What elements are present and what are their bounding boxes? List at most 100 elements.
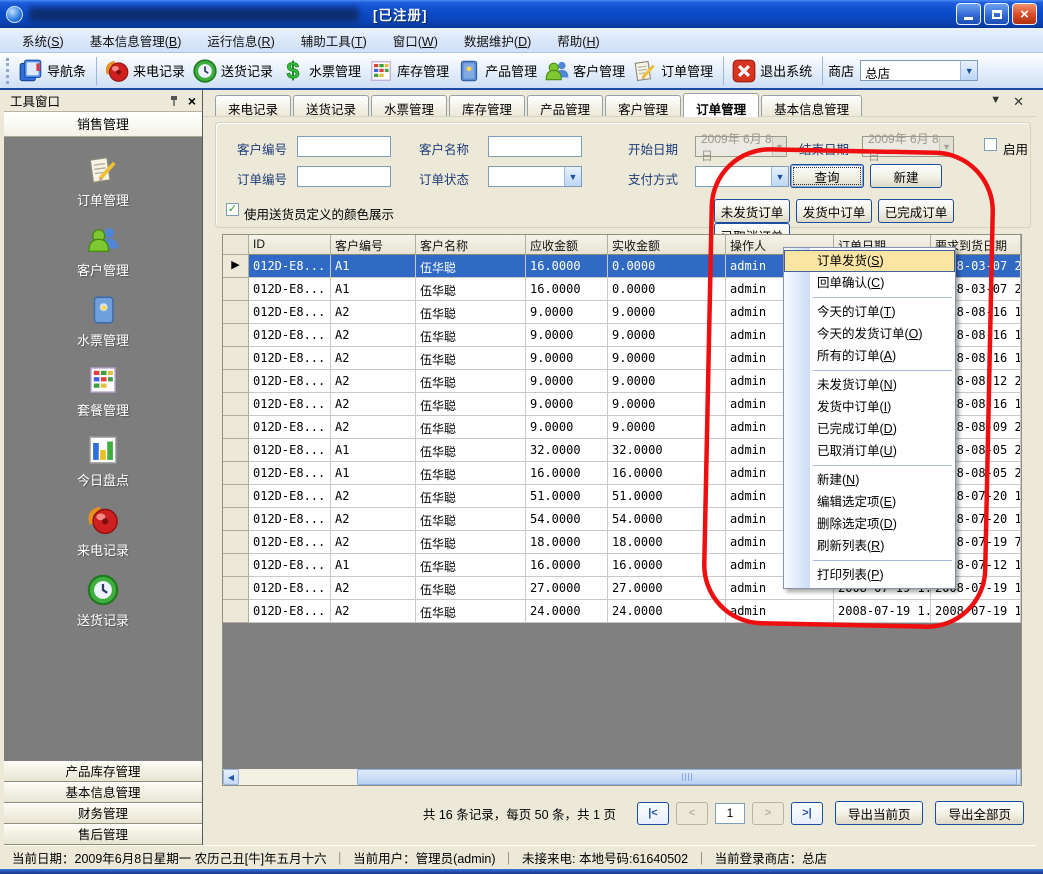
- table-cell[interactable]: A2: [331, 324, 416, 347]
- table-cell[interactable]: 51.0000: [608, 485, 726, 508]
- table-cell[interactable]: 伍华聪: [416, 439, 526, 462]
- table-cell[interactable]: 伍华聪: [416, 577, 526, 600]
- sidebar-item-chart[interactable]: 今日盘点: [4, 433, 202, 489]
- table-cell[interactable]: 伍华聪: [416, 600, 526, 623]
- table-cell[interactable]: 伍华聪: [416, 255, 526, 278]
- context-menu-item[interactable]: 未发货订单(N): [784, 374, 955, 396]
- grid-column-header[interactable]: 客户编号: [331, 235, 416, 255]
- toolbar-button-cal[interactable]: 库存管理: [366, 56, 454, 86]
- table-cell[interactable]: 伍华聪: [416, 301, 526, 324]
- start-date-picker[interactable]: 2009年 6月 8日 ▼: [695, 136, 787, 157]
- table-cell[interactable]: A1: [331, 554, 416, 577]
- menubar-item[interactable]: 系统(S): [10, 28, 76, 53]
- table-cell[interactable]: 2008-07-19 1...: [834, 600, 931, 623]
- table-cell[interactable]: 16.0000: [526, 462, 608, 485]
- table-cell[interactable]: A1: [331, 439, 416, 462]
- table-cell[interactable]: 18.0000: [526, 531, 608, 554]
- row-selector-cell[interactable]: [223, 508, 249, 531]
- context-menu-item[interactable]: 订单发货(S): [784, 250, 955, 272]
- context-menu-item[interactable]: 删除选定项(D): [784, 513, 955, 535]
- table-cell[interactable]: 9.0000: [526, 393, 608, 416]
- table-cell[interactable]: 9.0000: [526, 370, 608, 393]
- context-menu-item[interactable]: 所有的订单(A): [784, 345, 955, 367]
- export-all-pages-button[interactable]: 导出全部页: [935, 801, 1024, 825]
- context-menu-item[interactable]: 今天的发货订单(O): [784, 323, 955, 345]
- query-button[interactable]: 查询: [790, 164, 864, 188]
- toolbar-button-exit[interactable]: 退出系统: [729, 56, 817, 86]
- table-cell[interactable]: 伍华聪: [416, 508, 526, 531]
- customer-name-input[interactable]: [488, 136, 582, 157]
- color-display-checkbox[interactable]: ✓: [226, 203, 239, 216]
- table-cell[interactable]: 16.0000: [608, 554, 726, 577]
- toolbar-button-dollar[interactable]: 水票管理: [278, 56, 366, 86]
- tab-3[interactable]: 水票管理: [371, 95, 447, 116]
- menubar-item[interactable]: 辅助工具(T): [289, 28, 379, 53]
- context-menu-item[interactable]: 回单确认(C): [784, 272, 955, 294]
- tab-7[interactable]: 订单管理: [683, 93, 759, 117]
- table-cell[interactable]: A2: [331, 301, 416, 324]
- scrollbar-track[interactable]: [239, 769, 1005, 785]
- table-cell[interactable]: 012D-E8...: [249, 255, 331, 278]
- toolbar-button-bell[interactable]: 来电记录: [102, 56, 190, 86]
- menubar-item[interactable]: 窗口(W): [381, 28, 450, 53]
- table-cell[interactable]: 012D-E8...: [249, 600, 331, 623]
- sidebar-item-clock[interactable]: 送货记录: [4, 573, 202, 629]
- table-cell[interactable]: 伍华聪: [416, 278, 526, 301]
- table-cell[interactable]: 9.0000: [526, 347, 608, 370]
- table-cell[interactable]: 54.0000: [608, 508, 726, 531]
- menubar-item[interactable]: 数据维护(D): [452, 28, 543, 53]
- store-select[interactable]: 总店▼: [860, 60, 978, 81]
- sidebar-item-cal[interactable]: 套餐管理: [4, 363, 202, 419]
- table-cell[interactable]: 012D-E8...: [249, 393, 331, 416]
- row-selector-cell[interactable]: [223, 439, 249, 462]
- tab-4[interactable]: 库存管理: [449, 95, 525, 116]
- sidebar-close-icon[interactable]: ×: [188, 93, 196, 109]
- menubar-item[interactable]: 运行信息(R): [195, 28, 286, 53]
- table-cell[interactable]: 27.0000: [608, 577, 726, 600]
- sidebar-item-card[interactable]: 水票管理: [4, 293, 202, 349]
- minimize-button[interactable]: [956, 3, 981, 25]
- table-cell[interactable]: 012D-E8...: [249, 554, 331, 577]
- row-selector-cell[interactable]: ▶: [223, 255, 249, 278]
- table-cell[interactable]: 9.0000: [608, 370, 726, 393]
- context-menu-item[interactable]: 新建(N): [784, 469, 955, 491]
- toolbar-button-book[interactable]: 导航条: [16, 56, 91, 86]
- table-cell[interactable]: 16.0000: [526, 255, 608, 278]
- table-cell[interactable]: 伍华聪: [416, 370, 526, 393]
- table-cell[interactable]: 18.0000: [608, 531, 726, 554]
- sidebar-item-people[interactable]: 客户管理: [4, 223, 202, 279]
- table-cell[interactable]: 9.0000: [526, 324, 608, 347]
- sidebar-group-bar[interactable]: 产品库存管理: [4, 761, 202, 782]
- order-status-filter-button[interactable]: 已完成订单: [878, 199, 954, 223]
- table-cell[interactable]: 9.0000: [608, 347, 726, 370]
- next-page-button[interactable]: >: [752, 802, 784, 825]
- table-cell[interactable]: 伍华聪: [416, 485, 526, 508]
- context-menu-item[interactable]: 打印列表(P): [784, 564, 955, 586]
- sidebar-item-scroll[interactable]: 订单管理: [4, 153, 202, 209]
- table-cell[interactable]: 012D-E8...: [249, 324, 331, 347]
- table-cell[interactable]: 012D-E8...: [249, 462, 331, 485]
- table-cell[interactable]: 012D-E8...: [249, 485, 331, 508]
- tab-close-icon[interactable]: ✕: [1013, 94, 1024, 110]
- context-menu-item[interactable]: 已取消订单(U): [784, 440, 955, 462]
- table-row[interactable]: 012D-E8...A2伍华聪24.000024.0000admin2008-0…: [223, 600, 1021, 623]
- row-selector-cell[interactable]: [223, 600, 249, 623]
- toolbar-grip[interactable]: [6, 58, 11, 84]
- tab-2[interactable]: 送货记录: [293, 95, 369, 116]
- table-cell[interactable]: 伍华聪: [416, 393, 526, 416]
- pin-icon[interactable]: [168, 95, 180, 107]
- table-cell[interactable]: 27.0000: [526, 577, 608, 600]
- row-selector-cell[interactable]: [223, 393, 249, 416]
- table-cell[interactable]: 2008-07-19 1...: [931, 600, 1021, 623]
- table-cell[interactable]: 伍华聪: [416, 462, 526, 485]
- table-cell[interactable]: A2: [331, 531, 416, 554]
- table-cell[interactable]: 伍华聪: [416, 554, 526, 577]
- table-cell[interactable]: 012D-E8...: [249, 531, 331, 554]
- table-cell[interactable]: 24.0000: [608, 600, 726, 623]
- row-selector-cell[interactable]: [223, 485, 249, 508]
- table-cell[interactable]: 9.0000: [608, 324, 726, 347]
- context-menu-item[interactable]: 发货中订单(I): [784, 396, 955, 418]
- row-selector-cell[interactable]: [223, 462, 249, 485]
- row-selector-cell[interactable]: [223, 324, 249, 347]
- toolbar-button-scroll[interactable]: 订单管理: [630, 56, 718, 86]
